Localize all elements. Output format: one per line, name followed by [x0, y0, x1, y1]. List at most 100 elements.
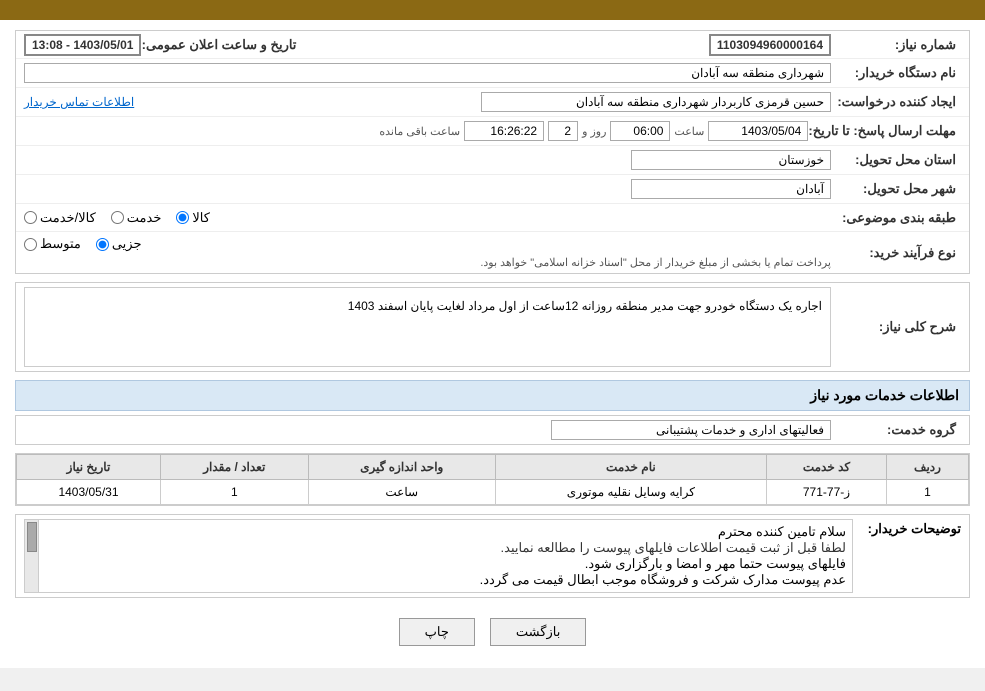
- buttons-row: بازگشت چاپ: [15, 606, 970, 658]
- response-time-value: 06:00: [610, 121, 670, 141]
- th-radif: ردیف: [887, 455, 969, 480]
- response-time-label: ساعت: [674, 125, 704, 138]
- services-title: اطلاعات خدمات مورد نیاز: [15, 380, 970, 411]
- province-label: استان محل تحویل:: [831, 152, 961, 168]
- requester-row: ایجاد کننده درخواست: حسین قرمزی کاربردار…: [16, 88, 969, 117]
- order-number-value: 1103094960000164: [709, 34, 831, 56]
- td-name: کرایه وسایل نقلیه موتوری: [495, 480, 766, 505]
- td-radif: 1: [887, 480, 969, 505]
- process-jozi-label: جزیی: [112, 236, 142, 252]
- process-moutaset-option[interactable]: متوسط: [24, 236, 81, 252]
- category-options: کالا/خدمت خدمت کالا: [24, 210, 831, 226]
- city-label: شهر محل تحویل:: [831, 181, 961, 197]
- response-days-value: 2: [548, 121, 578, 141]
- requester-value-container: حسین قرمزی کاربردار شهرداری منطقه سه آبا…: [144, 92, 831, 112]
- td-code: ز-77-771: [766, 480, 886, 505]
- main-info-section: شماره نیاز: 1103094960000164 تاریخ و ساع…: [15, 30, 970, 274]
- buyer-desc-line1: سلام تامین کننده محترم: [47, 524, 846, 540]
- td-quantity: 1: [160, 480, 308, 505]
- category-kala-khedmat-radio[interactable]: [24, 211, 37, 224]
- print-button[interactable]: چاپ: [399, 618, 475, 646]
- category-kala-radio[interactable]: [176, 211, 189, 224]
- response-deadline-label: مهلت ارسال پاسخ: تا تاریخ:: [808, 123, 961, 139]
- category-khedmat-label: خدمت: [127, 210, 162, 226]
- buyer-org-label: نام دستگاه خریدار:: [831, 65, 961, 81]
- buyer-org-value: شهرداری منطقه سه آبادان: [24, 63, 831, 83]
- service-group-label: گروه خدمت:: [831, 422, 961, 438]
- order-number-row: شماره نیاز: 1103094960000164 تاریخ و ساع…: [16, 31, 969, 59]
- buyer-desc-text: سلام تامین کننده محترم لطفا قبل از ثبت ق…: [41, 520, 852, 592]
- description-value-container: اجاره یک دستگاه خودرو جهت مدیر منطقه روز…: [24, 287, 831, 367]
- city-value-container: آبادان: [24, 179, 831, 199]
- service-group-value: فعالیتهای اداری و خدمات پشتیبانی: [551, 420, 831, 440]
- response-days-label: روز و: [582, 125, 606, 138]
- response-remaining-value: 16:26:22: [464, 121, 544, 141]
- process-options: متوسط جزیی: [24, 236, 831, 252]
- province-value-container: خوزستان: [24, 150, 831, 170]
- order-number-label: شماره نیاز:: [831, 37, 961, 53]
- response-date-value: 1403/05/04: [708, 121, 808, 141]
- process-label: نوع فرآیند خرید:: [831, 245, 961, 261]
- page-header: [0, 0, 985, 20]
- buyer-desc-content: سلام تامین کننده محترم لطفا قبل از ثبت ق…: [24, 519, 853, 593]
- th-unit: واحد اندازه گیری: [308, 455, 495, 480]
- process-note: پرداخت تمام یا بخشی از مبلغ خریدار از مح…: [24, 256, 831, 269]
- description-section: شرح کلی نیاز: اجاره یک دستگاه خودرو جهت …: [15, 282, 970, 372]
- announcement-date-label: تاریخ و ساعت اعلان عمومی:: [141, 37, 301, 53]
- td-date: 1403/05/31: [17, 480, 161, 505]
- response-deadline-container: 1403/05/04 ساعت 06:00 روز و 2 16:26:22 س…: [24, 121, 808, 141]
- buyer-org-row: نام دستگاه خریدار: شهرداری منطقه سه آباد…: [16, 59, 969, 88]
- city-value: آبادان: [631, 179, 831, 199]
- buyer-org-value-container: شهرداری منطقه سه آبادان: [24, 63, 831, 83]
- process-jozi-option[interactable]: جزیی: [96, 236, 142, 252]
- category-label: طبقه بندی موضوعی:: [831, 210, 961, 226]
- th-name: نام خدمت: [495, 455, 766, 480]
- buyer-desc-label: توضیحات خریدار:: [861, 519, 961, 537]
- buyer-desc-line2: لطفا قبل از ثبت قیمت اطلاعات فایلهای پیو…: [47, 540, 846, 556]
- province-value: خوزستان: [631, 150, 831, 170]
- category-kala-label: کالا: [192, 210, 210, 226]
- category-kala-option[interactable]: کالا: [176, 210, 210, 226]
- city-row: شهر محل تحویل: آبادان: [16, 175, 969, 204]
- services-table: ردیف کد خدمت نام خدمت واحد اندازه گیری ت…: [16, 454, 969, 505]
- buyer-desc-section: توضیحات خریدار: سلام تامین کننده محترم ل…: [15, 514, 970, 598]
- th-date: تاریخ نیاز: [17, 455, 161, 480]
- requester-label: ایجاد کننده درخواست:: [831, 94, 961, 110]
- process-moutaset-radio[interactable]: [24, 238, 37, 251]
- scrollbar-vertical[interactable]: [25, 520, 39, 592]
- services-table-container: ردیف کد خدمت نام خدمت واحد اندازه گیری ت…: [15, 453, 970, 506]
- province-row: استان محل تحویل: خوزستان: [16, 146, 969, 175]
- table-row: 1 ز-77-771 کرایه وسایل نقلیه موتوری ساعت…: [17, 480, 969, 505]
- table-header-row: ردیف کد خدمت نام خدمت واحد اندازه گیری ت…: [17, 455, 969, 480]
- description-value: اجاره یک دستگاه خودرو جهت مدیر منطقه روز…: [24, 287, 831, 367]
- td-unit: ساعت: [308, 480, 495, 505]
- requester-value: حسین قرمزی کاربردار شهرداری منطقه سه آبا…: [481, 92, 831, 112]
- scrollbar-thumb[interactable]: [27, 522, 37, 552]
- process-jozi-radio[interactable]: [96, 238, 109, 251]
- service-group-row: گروه خدمت: فعالیتهای اداری و خدمات پشتیب…: [16, 416, 969, 444]
- buyer-desc-line4: عدم پیوست مدارک شرکت و فروشگاه موجب ابطا…: [47, 572, 846, 588]
- buyer-desc-row: توضیحات خریدار: سلام تامین کننده محترم ل…: [16, 515, 969, 597]
- category-khedmat-radio[interactable]: [111, 211, 124, 224]
- description-row: شرح کلی نیاز: اجاره یک دستگاه خودرو جهت …: [16, 283, 969, 371]
- process-row: نوع فرآیند خرید: متوسط جزیی پرداخت تمام …: [16, 232, 969, 273]
- announcement-date-value: 1403/05/01 - 13:08: [24, 34, 141, 56]
- content-area: شماره نیاز: 1103094960000164 تاریخ و ساع…: [0, 20, 985, 668]
- buyer-desc-line3: فایلهای پیوست حتما مهر و امضا و بارگزاری…: [47, 556, 846, 572]
- order-number-value-container: 1103094960000164: [301, 37, 831, 52]
- service-group-section: گروه خدمت: فعالیتهای اداری و خدمات پشتیب…: [15, 415, 970, 445]
- category-khedmat-option[interactable]: خدمت: [111, 210, 162, 226]
- description-label: شرح کلی نیاز:: [831, 319, 961, 335]
- response-remaining-label: ساعت باقی مانده: [379, 125, 460, 138]
- th-code: کد خدمت: [766, 455, 886, 480]
- category-kala-khedmat-option[interactable]: کالا/خدمت: [24, 210, 96, 226]
- contact-link[interactable]: اطلاعات تماس خریدار: [24, 95, 134, 109]
- process-container: متوسط جزیی پرداخت تمام یا بخشی از مبلغ خ…: [24, 236, 831, 269]
- announcement-date-value-container: 1403/05/01 - 13:08: [24, 37, 141, 52]
- page-wrapper: شماره نیاز: 1103094960000164 تاریخ و ساع…: [0, 0, 985, 668]
- category-kala-khedmat-label: کالا/خدمت: [40, 210, 96, 226]
- back-button[interactable]: بازگشت: [490, 618, 586, 646]
- category-row: طبقه بندی موضوعی: کالا/خدمت خدمت کالا: [16, 204, 969, 232]
- th-quantity: تعداد / مقدار: [160, 455, 308, 480]
- response-deadline-row: مهلت ارسال پاسخ: تا تاریخ: 1403/05/04 سا…: [16, 117, 969, 146]
